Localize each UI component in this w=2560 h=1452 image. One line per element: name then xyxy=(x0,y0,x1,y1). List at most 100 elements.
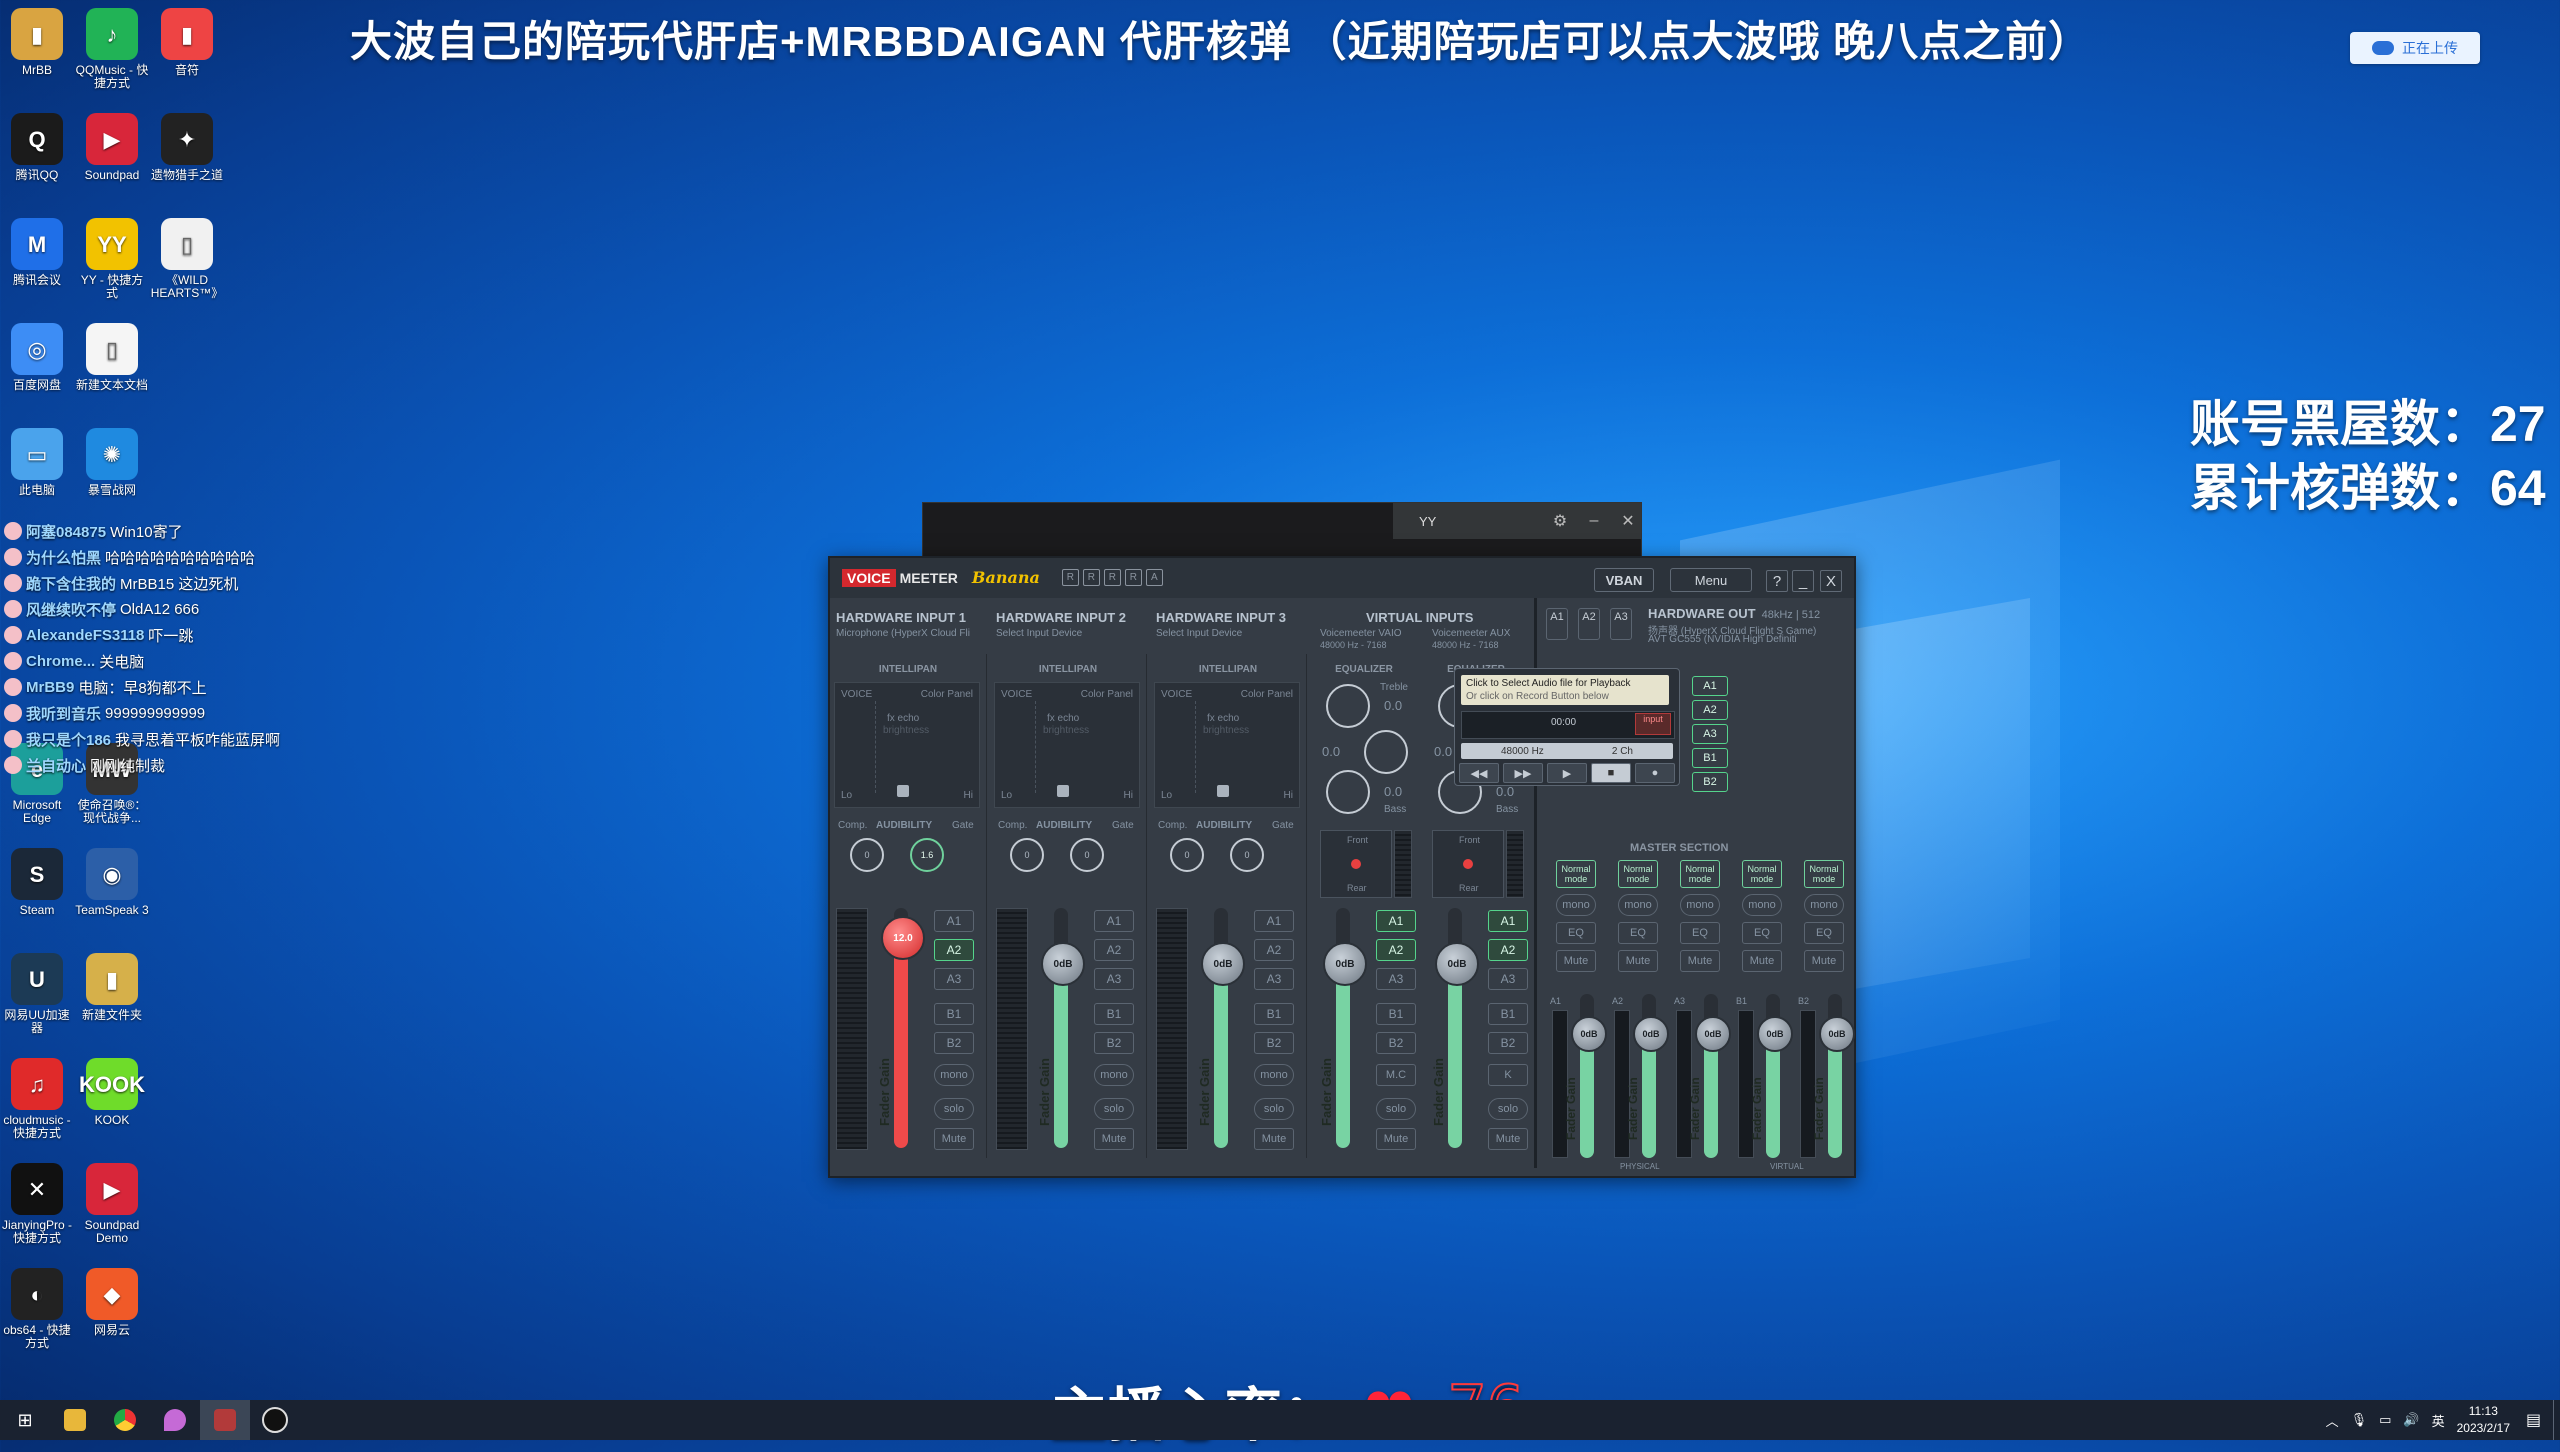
surround-pad[interactable]: Front Rear xyxy=(1432,830,1504,898)
fader-knob[interactable]: 0dB xyxy=(1323,942,1367,986)
bus-a3-button[interactable]: A3 xyxy=(934,968,974,990)
mono-button[interactable]: mono xyxy=(1680,894,1720,916)
mode-button[interactable]: Normal mode xyxy=(1742,860,1782,888)
desktop-icon[interactable]: ▮ 新建文件夹 xyxy=(75,953,149,1022)
fast-forward-button[interactable]: ▶▶ xyxy=(1503,763,1543,783)
minimize-button[interactable]: _ xyxy=(1792,570,1814,592)
mode-button[interactable]: Normal mode xyxy=(1680,860,1720,888)
desktop-icon[interactable]: ◉ TeamSpeak 3 xyxy=(75,848,149,917)
mute-button[interactable]: Mute xyxy=(1254,1128,1294,1150)
player-b2-button[interactable]: B2 xyxy=(1692,772,1728,792)
eq-button[interactable]: EQ xyxy=(1680,922,1720,944)
desktop-icon[interactable]: ◎ 百度网盘 xyxy=(0,323,74,392)
eq-button[interactable]: EQ xyxy=(1556,922,1596,944)
upload-button[interactable]: 正在上传 xyxy=(2350,32,2480,64)
desktop-icon[interactable]: M 腾讯会议 xyxy=(0,218,74,287)
hw-input-title[interactable]: HARDWARE INPUT 2 xyxy=(996,610,1126,625)
surround-pad[interactable]: Front Rear xyxy=(1320,830,1392,898)
bus-b1-button[interactable]: B1 xyxy=(1254,1003,1294,1025)
desktop-icon[interactable]: ▶ Soundpad Demo xyxy=(75,1163,149,1245)
gate-knob[interactable]: 1.6 xyxy=(910,838,944,872)
desktop-icon[interactable]: YY YY - 快捷方式 xyxy=(75,218,149,300)
solo-button[interactable]: solo xyxy=(1488,1098,1528,1120)
mute-button[interactable]: Mute xyxy=(1618,950,1658,972)
minimize-button[interactable]: – xyxy=(1581,512,1607,530)
intellipan-pad[interactable]: VOICE Color Panel fx echo brightness Lo Hi xyxy=(1154,682,1300,808)
desktop-icon[interactable]: ♪ QQMusic - 快捷方式 xyxy=(75,8,149,90)
bus-a1-button[interactable]: A1 xyxy=(1094,910,1134,932)
menu-button[interactable]: Menu xyxy=(1670,568,1752,592)
desktop-icon[interactable]: ▶ Soundpad xyxy=(75,113,149,182)
desktop-icon[interactable]: U 网易UU加速器 xyxy=(0,953,74,1035)
treble-knob[interactable] xyxy=(1326,684,1370,728)
bus-b2-button[interactable]: B2 xyxy=(1488,1032,1528,1054)
bus-a2-button[interactable]: A2 xyxy=(1488,939,1528,961)
mute-button[interactable]: Mute xyxy=(1680,950,1720,972)
hw-input-title[interactable]: HARDWARE INPUT 1 xyxy=(836,610,966,625)
desktop-icon[interactable]: ▭ 此电脑 xyxy=(0,428,74,497)
bus-a2-button[interactable]: A2 xyxy=(1094,939,1134,961)
ime-language[interactable]: 英 xyxy=(2432,1411,2445,1430)
bass-knob[interactable] xyxy=(1326,770,1370,814)
bus-fader-knob[interactable]: 0dB xyxy=(1757,1016,1793,1052)
bus-a1-button[interactable]: A1 xyxy=(934,910,974,932)
notification-icon[interactable]: ▤ xyxy=(2526,1410,2546,1430)
solo-button[interactable]: solo xyxy=(1094,1098,1134,1120)
bus-a3-button[interactable]: A3 xyxy=(1254,968,1294,990)
close-button[interactable]: ✕ xyxy=(1615,511,1641,531)
chevron-up-icon[interactable]: ︿ xyxy=(2326,1411,2339,1430)
solo-button[interactable]: solo xyxy=(1254,1098,1294,1120)
taskbar-voicemeeter[interactable] xyxy=(200,1400,250,1440)
mono-button[interactable]: mono xyxy=(1094,1064,1134,1086)
fader-knob[interactable]: 12.0 xyxy=(881,916,925,960)
pan-position-dot[interactable] xyxy=(1351,859,1361,869)
hw-out-device[interactable]: AVT GC555 (NVIDIA High Definiti xyxy=(1648,634,1797,645)
bus-a1-button[interactable]: A1 xyxy=(1376,910,1416,932)
extra-button[interactable]: M.C xyxy=(1376,1064,1416,1086)
clock[interactable]: 11:13 2023/2/17 xyxy=(2457,1403,2510,1437)
mono-button[interactable]: mono xyxy=(1618,894,1658,916)
taskbar-chrome[interactable] xyxy=(100,1400,150,1440)
rewind-button[interactable]: ◀◀ xyxy=(1459,763,1499,783)
taskbar-explorer[interactable] xyxy=(50,1400,100,1440)
player-a3-button[interactable]: A3 xyxy=(1692,724,1728,744)
desktop-icon[interactable]: ✺ 暴雪战网 xyxy=(75,428,149,497)
solo-button[interactable]: solo xyxy=(934,1098,974,1120)
hw-out-a3-button[interactable]: A3 xyxy=(1610,608,1632,640)
hw-out-a1-button[interactable]: A1 xyxy=(1546,608,1568,640)
gate-knob[interactable]: 0 xyxy=(1070,838,1104,872)
bus-a3-button[interactable]: A3 xyxy=(1488,968,1528,990)
player-a1-button[interactable]: A1 xyxy=(1692,676,1728,696)
pan-position-dot[interactable] xyxy=(1463,859,1473,869)
desktop-icon[interactable]: S Steam xyxy=(0,848,74,917)
mode-button[interactable]: Normal mode xyxy=(1804,860,1844,888)
player-b1-button[interactable]: B1 xyxy=(1692,748,1728,768)
extra-button[interactable]: K xyxy=(1488,1064,1528,1086)
bus-b1-button[interactable]: B1 xyxy=(1488,1003,1528,1025)
player-a2-button[interactable]: A2 xyxy=(1692,700,1728,720)
bus-b2-button[interactable]: B2 xyxy=(1094,1032,1134,1054)
mute-button[interactable]: Mute xyxy=(1804,950,1844,972)
virtual-input-name[interactable]: Voicemeeter VAIO xyxy=(1320,628,1402,639)
fader-knob[interactable]: 0dB xyxy=(1041,942,1085,986)
desktop-icon[interactable]: ▯ 《WILD HEARTS™》 xyxy=(150,218,224,300)
comp-knob[interactable]: 0 xyxy=(1010,838,1044,872)
bus-b1-button[interactable]: B1 xyxy=(934,1003,974,1025)
hw-input-title[interactable]: HARDWARE INPUT 3 xyxy=(1156,610,1286,625)
bus-a3-button[interactable]: A3 xyxy=(1094,968,1134,990)
hw-out-a2-button[interactable]: A2 xyxy=(1578,608,1600,640)
volume-icon[interactable]: 🔊 xyxy=(2403,1412,2419,1428)
eq-button[interactable]: EQ xyxy=(1804,922,1844,944)
taskbar-obs[interactable] xyxy=(250,1400,300,1440)
bus-fader-knob[interactable]: 0dB xyxy=(1695,1016,1731,1052)
desktop-icon[interactable]: ◐ obs64 - 快捷方式 xyxy=(0,1268,74,1350)
bus-fader-knob[interactable]: 0dB xyxy=(1571,1016,1607,1052)
mono-button[interactable]: mono xyxy=(1742,894,1782,916)
bus-b2-button[interactable]: B2 xyxy=(1376,1032,1416,1054)
record-button[interactable]: ● xyxy=(1635,763,1675,783)
bus-fader-knob[interactable]: 0dB xyxy=(1819,1016,1855,1052)
desktop-icon[interactable]: ▮ MrBB xyxy=(0,8,74,77)
player-file-select[interactable]: Click to Select Audio file for Playback O… xyxy=(1461,675,1669,705)
pan-handle[interactable] xyxy=(1057,785,1069,797)
network-icon[interactable]: ▭ xyxy=(2379,1412,2391,1428)
